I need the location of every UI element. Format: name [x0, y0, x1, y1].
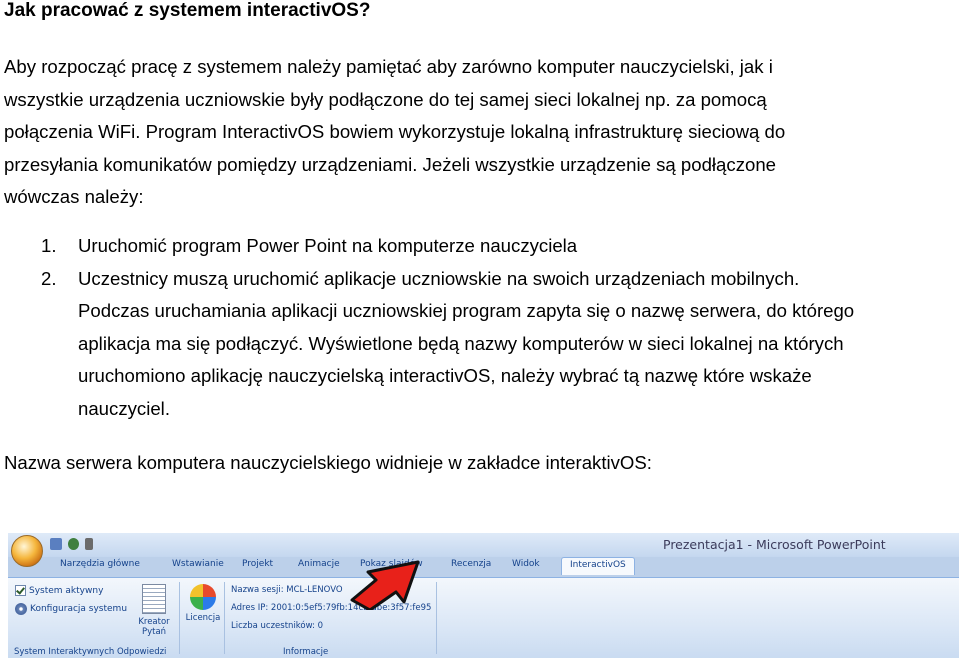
intro-line: wszystkie urządzenia uczniowskie były po…	[4, 88, 767, 110]
checkbox-icon	[15, 585, 26, 596]
intro-line: połączenia WiFi. Program InteractivOS bo…	[4, 121, 786, 142]
server-caption: Nazwa serwera komputera nauczycielskiego…	[4, 452, 652, 473]
intro-line: przesyłania komunikatów pomiędzy urządze…	[4, 153, 777, 175]
group-divider	[224, 582, 225, 654]
licencja-label: Licencja	[185, 613, 221, 623]
session-name: Nazwa sesji: MCL-LENOVO	[231, 585, 343, 595]
page-title: Jak pracować z systemem interactivOS?	[4, 0, 371, 21]
list-item: 2. Uczestnicy muszą uruchomić aplikacje …	[4, 263, 959, 426]
gear-icon	[15, 603, 27, 615]
system-active-checkbox[interactable]: System aktywny	[15, 585, 103, 596]
list-item-text: aplikacja ma się podłączyć. Wyświetlone …	[78, 332, 844, 354]
intro-line: Aby rozpocząć pracę z systemem należy pa…	[4, 56, 773, 77]
participant-count: Liczba uczestników: 0	[231, 621, 324, 631]
checkbox-label: System aktywny	[29, 585, 104, 596]
tab-recenzja[interactable]: Recenzja	[451, 559, 491, 569]
group-label: Informacje	[283, 647, 329, 657]
group-divider	[436, 582, 437, 654]
questions-icon	[142, 584, 166, 614]
list-item-text: Uczestnicy muszą uruchomić aplikacje ucz…	[78, 267, 800, 289]
window-titlebar: Prezentacja1 - Microsoft PowerPoint	[8, 533, 959, 557]
tab-animacje[interactable]: Animacje	[298, 559, 340, 569]
list-number: 1.	[41, 235, 57, 256]
save-icon[interactable]	[50, 538, 62, 550]
intro-line: wówczas należy:	[4, 186, 144, 207]
list-item-text: nauczyciel.	[78, 397, 170, 419]
list-item-text: Uruchomić program Power Point na kompute…	[78, 235, 578, 256]
powerpoint-screenshot: Prezentacja1 - Microsoft PowerPoint Narz…	[8, 533, 959, 658]
ribbon: System aktywny Konfiguracja systemu Syst…	[8, 577, 959, 658]
list-item: 1. Uruchomić program Power Point na komp…	[4, 230, 959, 263]
steps-list: 1. Uruchomić program Power Point na komp…	[4, 230, 959, 425]
kreator-label: Kreator Pytań	[138, 617, 170, 637]
group-divider	[179, 582, 180, 654]
tab-projekt[interactable]: Projekt	[242, 559, 273, 569]
tab-widok[interactable]: Widok	[512, 559, 540, 569]
list-item-text: uruchomiono aplikację nauczycielską inte…	[78, 365, 812, 386]
group-label: System Interaktywnych Odpowiedzi	[14, 647, 167, 657]
office-button[interactable]	[11, 535, 43, 567]
system-config-button[interactable]: Konfiguracja systemu	[15, 603, 127, 615]
undo-icon[interactable]	[68, 538, 79, 550]
intro-paragraph: Aby rozpocząć pracę z systemem należy pa…	[4, 51, 954, 214]
tab-wstawianie[interactable]: Wstawianie	[172, 559, 224, 569]
tab-interactivos[interactable]: InteractivOS	[561, 557, 635, 575]
kreator-pytan-button[interactable]: Kreator Pytań	[136, 584, 172, 637]
dropdown-icon[interactable]	[85, 538, 93, 550]
quick-access-toolbar	[50, 538, 93, 550]
tab-narzedzia-glowne[interactable]: Narzędzia główne	[60, 559, 140, 569]
red-arrow-icon	[350, 560, 420, 610]
config-label: Konfiguracja systemu	[30, 604, 128, 614]
window-title: Prezentacja1 - Microsoft PowerPoint	[663, 537, 886, 552]
license-icon	[190, 584, 216, 610]
list-item-text: Podczas uruchamiania aplikacji uczniowsk…	[78, 300, 855, 321]
list-number: 2.	[41, 267, 57, 289]
licencja-button[interactable]: Licencja	[185, 584, 221, 623]
